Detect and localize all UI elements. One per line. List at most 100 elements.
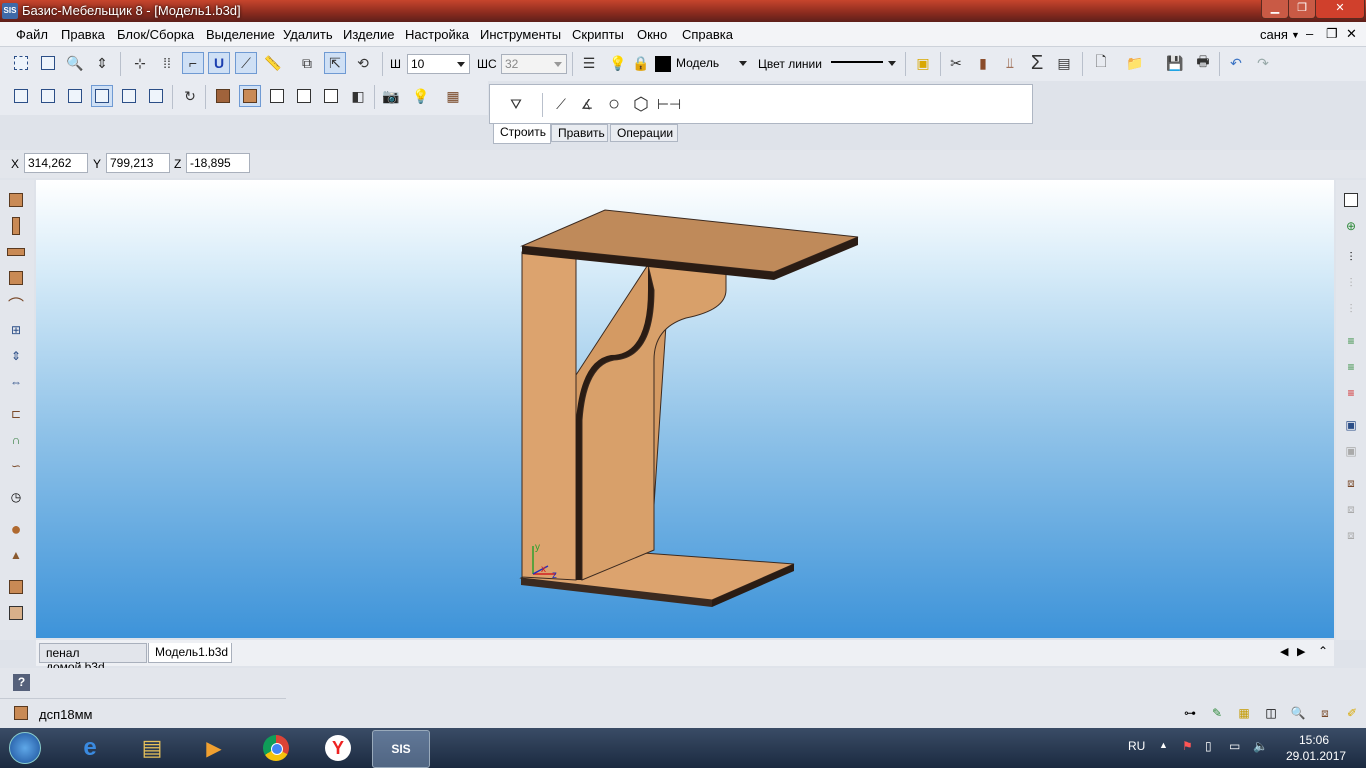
assembly-add-icon[interactable]: ⧈ [1340, 498, 1362, 520]
basis-app-icon[interactable]: SIS [372, 730, 430, 768]
properties-icon[interactable]: ▣ [912, 52, 934, 74]
save-icon[interactable]: 💾 [1164, 52, 1186, 74]
doc-close-button[interactable]: ✕ [1346, 26, 1357, 42]
grid-snap-icon[interactable]: ⁞⁞ [156, 52, 178, 74]
vertical-panel-icon[interactable] [5, 215, 27, 237]
rotate-view-icon[interactable]: ↻ [179, 85, 201, 107]
view-right-icon[interactable] [118, 85, 140, 107]
menu-product[interactable]: Изделие [343, 27, 394, 42]
component-icon[interactable]: ⧈ [1314, 702, 1336, 724]
dimension-tool-icon[interactable]: ⊢⊣ [657, 93, 681, 115]
profile-icon[interactable]: ∽ [5, 455, 27, 477]
shelf-icon[interactable]: ⊏ [5, 403, 27, 425]
pan-icon[interactable]: ⇕ [91, 52, 113, 74]
network-icon[interactable]: ▭ [1229, 739, 1240, 753]
layer-select[interactable]: Модель [673, 54, 751, 74]
menu-help[interactable]: Справка [682, 27, 733, 42]
maximize-button[interactable]: ❐ [1288, 0, 1316, 19]
doc-minimize-button[interactable]: – [1306, 26, 1313, 41]
user-menu[interactable]: саня [1260, 27, 1288, 42]
axes-icon[interactable]: ⊹ [129, 52, 151, 74]
arch-icon[interactable]: ∩ [5, 429, 27, 451]
view-left-icon[interactable] [64, 85, 86, 107]
view-back-icon[interactable] [145, 85, 167, 107]
build-surface-icon[interactable]: ⛛ [505, 93, 527, 115]
line-tool-icon[interactable]: ⟋ [550, 93, 572, 115]
user-menu-arrow-icon[interactable]: ▼ [1291, 30, 1300, 40]
menu-selection[interactable]: Выделение [206, 27, 275, 42]
clock-date[interactable]: 29.01.2017 [1286, 749, 1346, 763]
layer-stack-icon[interactable]: ☰ [578, 52, 600, 74]
menu-file[interactable]: Файл [16, 27, 48, 42]
snapshot-icon[interactable]: ◫ [1260, 702, 1282, 724]
menu-delete[interactable]: Удалить [283, 27, 333, 42]
color-swatch[interactable] [655, 56, 671, 72]
tab-document-penal[interactable]: пенал домой.b3d [39, 643, 147, 674]
tab-build[interactable]: Строить [493, 124, 551, 144]
chrome-icon[interactable] [248, 730, 304, 766]
insert-component-icon[interactable]: ⊕ [1340, 215, 1362, 237]
search-zoom-icon[interactable]: 🔍 [1287, 702, 1309, 724]
zoom-magnifier-icon[interactable]: 🔍 [64, 52, 86, 74]
action-center-icon[interactable]: ⚑ [1182, 739, 1193, 753]
panel-add-icon[interactable] [5, 189, 27, 211]
start-button[interactable] [0, 730, 50, 766]
rotate-3d-icon[interactable]: ⟲ [352, 52, 374, 74]
tray-expand-icon[interactable]: ▲ [1159, 740, 1168, 750]
zoom-extents-icon[interactable] [10, 52, 32, 74]
fit-panel-icon[interactable]: ⊞ [5, 319, 27, 341]
menu-tools[interactable]: Инструменты [480, 27, 561, 42]
block-icon[interactable] [5, 602, 27, 624]
layers-icon[interactable]: ⧉ [296, 52, 318, 74]
inner-side-panel[interactable] [581, 264, 727, 581]
notes-icon[interactable]: ✐ [1341, 702, 1363, 724]
lightbulb-icon[interactable]: 💡 [607, 52, 629, 74]
yandex-browser-icon[interactable]: Y [310, 730, 366, 766]
section-view-icon[interactable]: ◧ [347, 85, 369, 107]
z-coordinate-input[interactable]: -18,895 [186, 153, 250, 173]
assembly-remove-icon[interactable]: ⧈ [1340, 524, 1362, 546]
view-iso-icon[interactable] [91, 85, 113, 107]
menu-block[interactable]: Блок/Сборка [117, 27, 194, 42]
grid-step-input[interactable]: 32 [501, 54, 567, 74]
pyramid-icon[interactable]: ▲ [5, 544, 27, 566]
spring-remove-icon[interactable]: ⫶ [1340, 298, 1362, 320]
circle-tool-icon[interactable]: ○ [603, 93, 625, 115]
3d-viewport[interactable]: y x z [36, 180, 1334, 638]
front-panel-icon[interactable] [5, 267, 27, 289]
media-player-icon[interactable]: ▶ [186, 730, 242, 766]
spring-add-icon[interactable]: ⫶ [1340, 272, 1362, 294]
tab-document-model1[interactable]: Модель1.b3d [148, 643, 232, 663]
menu-scripts[interactable]: Скрипты [572, 27, 624, 42]
lock-icon[interactable]: 🔒 [630, 52, 652, 74]
open-folder-icon[interactable]: 📁 [1124, 52, 1146, 74]
y-coordinate-input[interactable]: 799,213 [106, 153, 170, 173]
zoom-window-icon[interactable] [37, 52, 59, 74]
file-explorer-icon[interactable]: ▤ [124, 730, 180, 766]
tabs-collapse-icon[interactable]: ⌃ [1318, 644, 1328, 658]
polygon-tool-icon[interactable]: ⬡ [630, 93, 652, 115]
line-style-select[interactable] [828, 54, 900, 74]
x-coordinate-input[interactable]: 314,262 [24, 153, 88, 173]
tab-edit[interactable]: Править [551, 124, 608, 142]
layer-move-icon[interactable]: ≡ [1340, 356, 1362, 378]
view-top-icon[interactable] [37, 85, 59, 107]
select-icon[interactable]: ⇱ [324, 52, 346, 74]
layer-add-icon[interactable]: ≡ [1340, 330, 1362, 352]
light-icon[interactable]: 💡 [410, 85, 432, 107]
spring-icon[interactable]: ⫶ [1340, 246, 1362, 268]
print-icon[interactable]: 🖶 [1192, 52, 1214, 74]
group-remove-icon[interactable]: ▣ [1340, 440, 1362, 462]
new-file-icon[interactable]: 🗋 [1090, 52, 1112, 74]
edit-list-icon[interactable]: ✎ [1206, 702, 1228, 724]
bent-panel-icon[interactable]: ⌒ [5, 293, 27, 315]
device-icon[interactable]: ▯ [1205, 739, 1212, 753]
angle-line-tool-icon[interactable]: ∡ [576, 93, 598, 115]
sum-icon[interactable]: Σ [1026, 52, 1048, 74]
shaded-mode-icon[interactable] [212, 85, 234, 107]
table-icon[interactable]: ▦ [1233, 702, 1255, 724]
snap-object-icon[interactable]: ⌐ [182, 52, 204, 74]
volume-icon[interactable]: 🔈 [1253, 739, 1268, 753]
minimize-button[interactable]: ▁ [1261, 0, 1289, 19]
snap-line-icon[interactable]: ⟋ [235, 52, 257, 74]
